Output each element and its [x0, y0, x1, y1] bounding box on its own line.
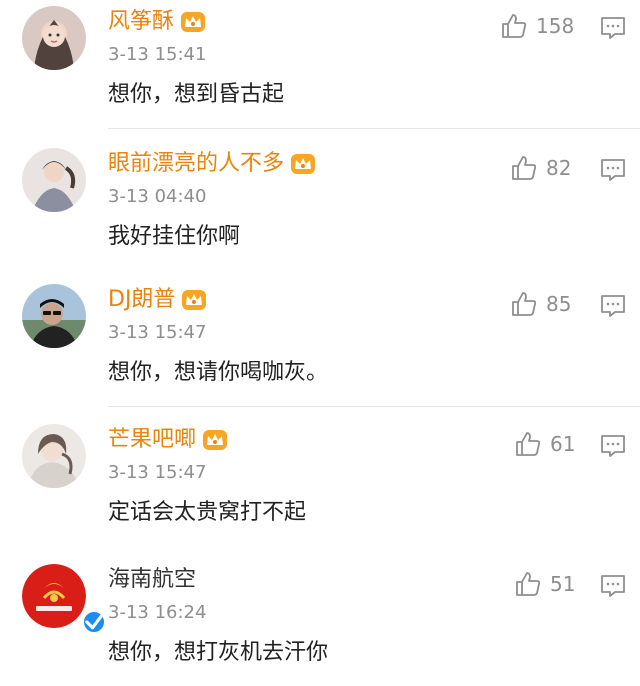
like-count: 85 [546, 292, 572, 316]
username[interactable]: 眼前漂亮的人不多 [108, 150, 316, 178]
like-button[interactable]: 61 [514, 430, 575, 458]
thumbs-up-icon [502, 14, 527, 38]
username-text[interactable]: 芒果吧唧 [108, 426, 196, 454]
like-count: 158 [536, 14, 575, 38]
thumbs-up-icon [512, 156, 537, 180]
crown-icon [182, 290, 207, 310]
comment-text: 我好挂住你啊 [108, 224, 241, 249]
comment-text: 想你，想到昏古起 [108, 82, 285, 107]
comment-icon[interactable] [600, 158, 626, 182]
comment-icon[interactable] [600, 574, 626, 598]
timestamp: 3-13 16:24 [108, 602, 207, 623]
comment-text: 定话会太贵窝打不起 [108, 500, 307, 525]
username[interactable]: 芒果吧唧 [108, 426, 228, 454]
divider [108, 406, 640, 407]
avatar[interactable] [22, 6, 86, 70]
thumbs-up-icon [512, 292, 537, 316]
username-text[interactable]: 眼前漂亮的人不多 [108, 150, 284, 178]
crown-icon [181, 12, 206, 32]
like-button[interactable]: 51 [514, 570, 575, 598]
avatar[interactable] [22, 564, 106, 634]
avatar[interactable] [22, 424, 86, 488]
timestamp: 3-13 15:47 [108, 322, 207, 343]
username[interactable]: DJ朗普 [108, 286, 207, 314]
avatar[interactable] [22, 284, 86, 348]
comment-text: 想你，想请你喝咖灰。 [108, 360, 329, 385]
thumbs-up-icon [516, 432, 541, 456]
timestamp: 3-13 04:40 [108, 186, 207, 207]
like-button[interactable]: 82 [510, 154, 571, 182]
comment-list: 风筝酥 3-13 15:41 想你，想到昏古起 158 眼前漂亮的人不多 3-1… [0, 0, 640, 686]
username-text[interactable]: 海南航空 [108, 566, 196, 594]
like-count: 82 [546, 156, 572, 180]
crown-icon [203, 430, 228, 450]
verified-badge-icon [82, 610, 106, 634]
like-button[interactable]: 158 [500, 12, 574, 40]
crown-icon [291, 154, 316, 174]
timestamp: 3-13 15:47 [108, 462, 207, 483]
avatar[interactable] [22, 148, 86, 212]
comment-icon[interactable] [600, 434, 626, 458]
timestamp: 3-13 15:41 [108, 44, 207, 65]
like-count: 61 [550, 432, 576, 456]
like-button[interactable]: 85 [510, 290, 571, 318]
comment-icon[interactable] [600, 294, 626, 318]
comment-text: 想你，想打灰机去汗你 [108, 640, 329, 665]
thumbs-up-icon [516, 572, 541, 596]
username-text[interactable]: DJ朗普 [108, 286, 175, 314]
username-text[interactable]: 风筝酥 [108, 8, 174, 36]
comment-icon[interactable] [600, 16, 626, 40]
divider [108, 128, 640, 129]
username[interactable]: 海南航空 [108, 566, 196, 594]
like-count: 51 [550, 572, 576, 596]
username[interactable]: 风筝酥 [108, 8, 206, 36]
